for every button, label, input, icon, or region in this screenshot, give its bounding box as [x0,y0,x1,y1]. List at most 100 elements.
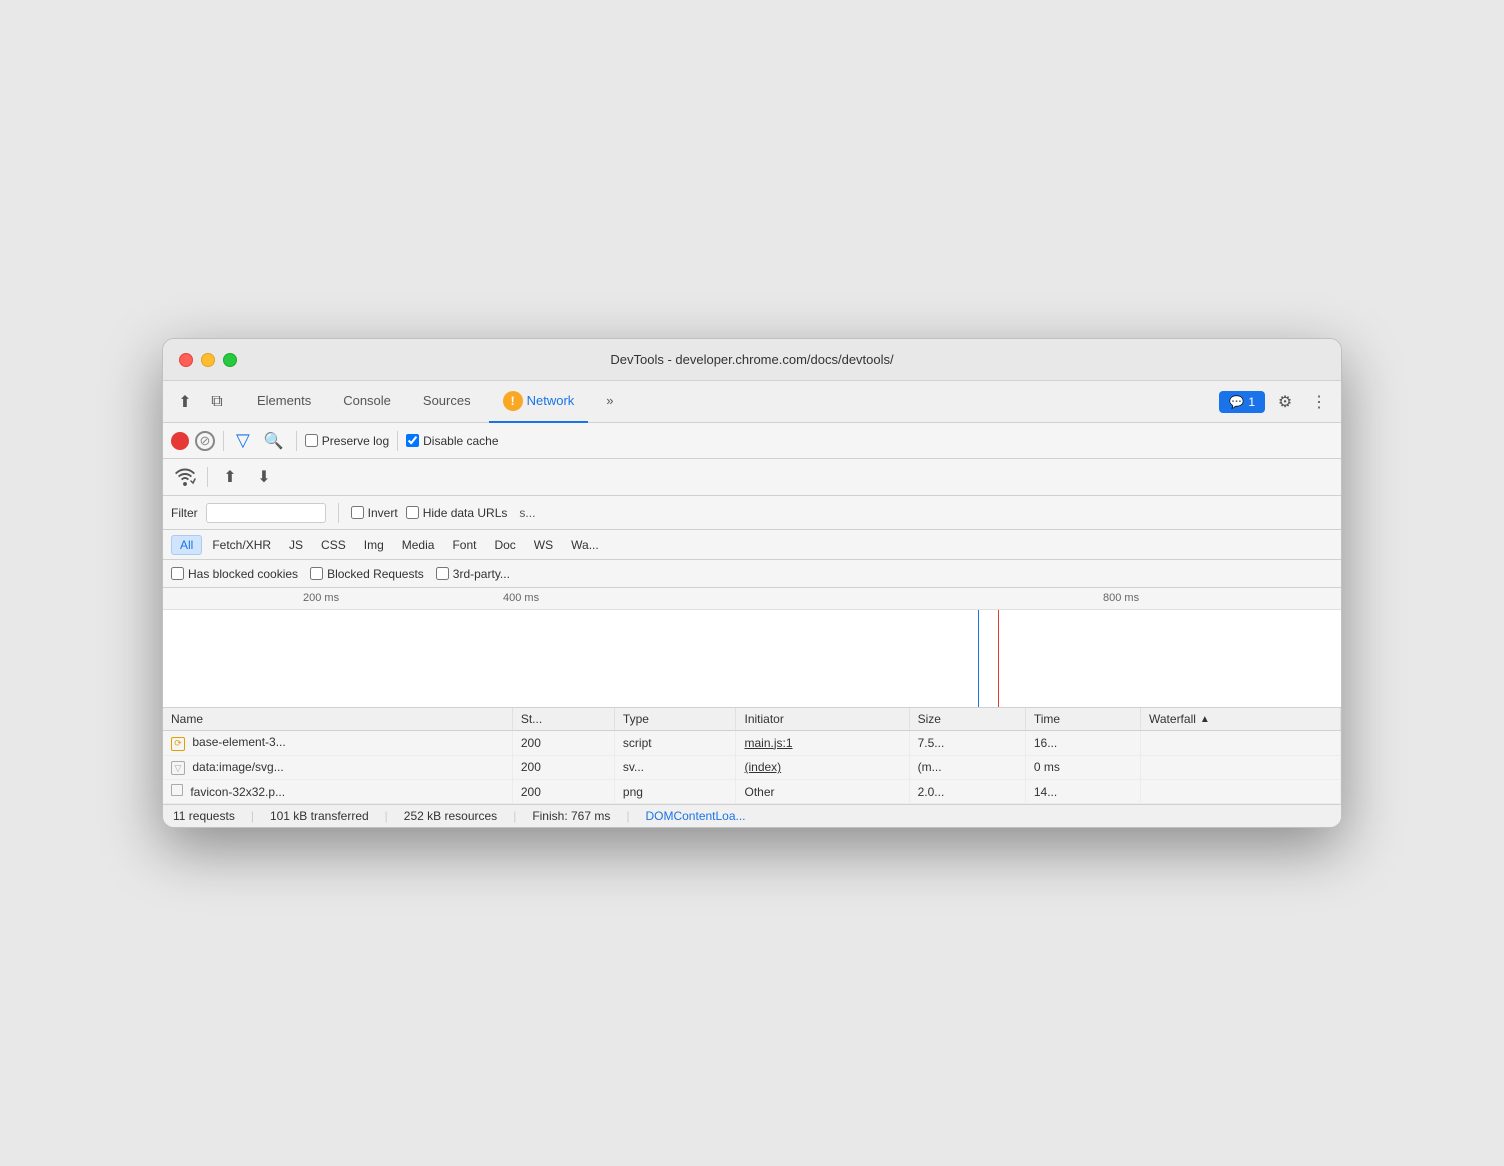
type-tab-img[interactable]: Img [356,536,392,554]
record-button[interactable] [171,432,189,450]
domcontent-link[interactable]: DOMContentLoa... [645,809,745,823]
row-status: 200 [512,780,614,804]
hide-data-urls-checkbox[interactable]: Hide data URLs [406,506,508,520]
type-tab-media[interactable]: Media [394,536,443,554]
timeline-marker-200ms: 200 ms [303,592,339,604]
feedback-button[interactable]: 💬 1 [1219,391,1265,413]
more-options-icon[interactable]: ⋮ [1305,388,1333,416]
type-tab-css[interactable]: CSS [313,536,354,554]
filter-input[interactable] [206,503,326,523]
tab-sources[interactable]: Sources [409,381,485,423]
col-initiator[interactable]: Initiator [736,708,909,731]
row-waterfall [1141,755,1341,780]
filter-icon[interactable]: ▽ [232,428,254,453]
row-name: ▽ data:image/svg... [163,755,512,780]
timeline-canvas [163,610,1341,708]
devtools-body: ⬆ ⧉ Elements Console Sources ! Network »… [163,381,1341,827]
maximize-button[interactable] [223,353,237,367]
settings-icon[interactable]: ⚙ [1271,388,1299,416]
row-time: 16... [1025,731,1140,756]
row-initiator: main.js:1 [736,731,909,756]
table-row[interactable]: favicon-32x32.p... 200 png Other 2.0... … [163,780,1341,804]
square-row-icon [171,784,183,796]
col-name[interactable]: Name [163,708,512,731]
col-status[interactable]: St... [512,708,614,731]
filter-row: Filter Invert Hide data URLs s... [163,496,1341,530]
type-tab-ws[interactable]: WS [526,536,561,554]
status-bar: 11 requests | 101 kB transferred | 252 k… [163,804,1341,827]
blocked-row: Has blocked cookies Blocked Requests 3rd… [163,560,1341,588]
inspect-icon[interactable]: ⬆ [171,388,199,416]
type-tab-font[interactable]: Font [444,536,484,554]
resources-size: 252 kB resources [404,809,497,823]
row-initiator: Other [736,780,909,804]
load-line [998,610,999,708]
row-type: png [614,780,736,804]
window-title: DevTools - developer.chrome.com/docs/dev… [610,352,893,367]
timeline-header: 200 ms 400 ms 800 ms [163,588,1341,610]
has-blocked-cookies-checkbox[interactable]: Has blocked cookies [171,567,298,581]
upload-icon[interactable]: ⬆ [216,463,244,491]
search-icon[interactable]: 🔍 [260,429,288,453]
clear-button[interactable]: ⊘ [195,431,215,451]
col-time[interactable]: Time [1025,708,1140,731]
col-waterfall[interactable]: Waterfall ▲ [1141,708,1341,731]
toolbar-sep-3 [397,431,398,451]
row-size: 7.5... [909,731,1025,756]
row-type: sv... [614,755,736,780]
type-tabs-row: All Fetch/XHR JS CSS Img Media Font Doc … [163,530,1341,560]
type-tab-all[interactable]: All [171,535,202,555]
network-table: Name St... Type Initiator Size Time Wate… [163,708,1341,804]
table-row[interactable]: ▽ data:image/svg... 200 sv... (index) (m… [163,755,1341,780]
toolbar-row2: ⬆ ⬇ [163,459,1341,496]
tab-bar-right: 💬 1 ⚙ ⋮ [1219,388,1333,416]
device-toolbar-icon[interactable]: ⧉ [203,388,231,416]
minimize-button[interactable] [201,353,215,367]
third-party-checkbox[interactable]: 3rd-party... [436,567,510,581]
row-size: (m... [909,755,1025,780]
col-size[interactable]: Size [909,708,1025,731]
timeline-marker-400ms: 400 ms [503,592,539,604]
type-tab-doc[interactable]: Doc [486,536,523,554]
tab-network[interactable]: ! Network [489,381,589,423]
row-initiator: (index) [736,755,909,780]
close-button[interactable] [179,353,193,367]
wifi-sep [207,467,208,487]
row-name: ⟳ base-element-3... [163,731,512,756]
toolbar-row1: ⊘ ▽ 🔍 Preserve log Disable cache [163,423,1341,459]
transferred-size: 101 kB transferred [270,809,369,823]
title-bar: DevTools - developer.chrome.com/docs/dev… [163,339,1341,381]
download-icon[interactable]: ⬇ [250,463,278,491]
timeline-marker-800ms: 800 ms [1103,592,1139,604]
dom-content-loaded-line [978,610,979,708]
network-table-scroll[interactable]: Name St... Type Initiator Size Time Wate… [163,708,1341,804]
tab-elements[interactable]: Elements [243,381,325,423]
col-type[interactable]: Type [614,708,736,731]
tab-bar-left-icons: ⬆ ⧉ [171,388,231,416]
type-tab-js[interactable]: JS [281,536,311,554]
blocked-requests-checkbox[interactable]: Blocked Requests [310,567,424,581]
filter-label: Filter [171,506,198,520]
hide-data-ellipsis: s... [519,506,535,520]
wifi-settings-icon[interactable] [171,463,199,491]
tab-bar: ⬆ ⧉ Elements Console Sources ! Network »… [163,381,1341,423]
disable-cache-checkbox[interactable]: Disable cache [406,434,498,448]
row-status: 200 [512,755,614,780]
row-waterfall [1141,731,1341,756]
row-type: script [614,731,736,756]
table-section: Name St... Type Initiator Size Time Wate… [163,708,1341,804]
table-row[interactable]: ⟳ base-element-3... 200 script main.js:1… [163,731,1341,756]
warning-row-icon: ⟳ [171,737,185,751]
invert-checkbox[interactable]: Invert [351,506,398,520]
row-status: 200 [512,731,614,756]
row-size: 2.0... [909,780,1025,804]
requests-count: 11 requests [173,809,235,823]
preserve-log-checkbox[interactable]: Preserve log [305,434,389,448]
network-warning-icon: ! [503,391,523,411]
type-tab-wa[interactable]: Wa... [563,536,607,554]
tab-console[interactable]: Console [329,381,405,423]
toolbar-sep-1 [223,431,224,451]
tab-more[interactable]: » [592,381,627,423]
type-tab-fetch[interactable]: Fetch/XHR [204,536,279,554]
row-waterfall [1141,780,1341,804]
